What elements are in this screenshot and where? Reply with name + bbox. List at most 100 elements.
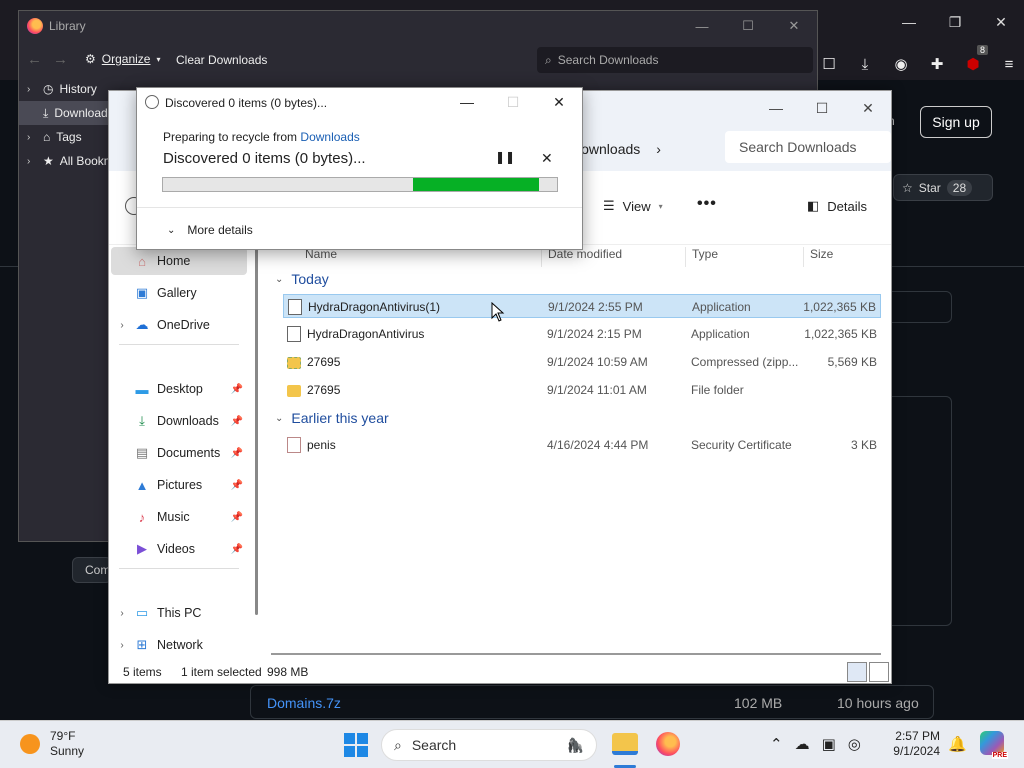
details-view-icon[interactable] bbox=[847, 662, 867, 682]
details-pane-button[interactable]: ◧ Details bbox=[807, 198, 867, 214]
column-header-size[interactable]: Size bbox=[803, 247, 833, 267]
nav-item-downloads[interactable]: ⤓ Downloads 📌 bbox=[111, 407, 247, 435]
minimize-icon[interactable]: — bbox=[679, 11, 725, 41]
file-type: Application bbox=[692, 300, 751, 314]
pause-icon[interactable]: ❚❚ bbox=[495, 150, 515, 166]
file-date: 9/1/2024 10:59 AM bbox=[547, 355, 648, 369]
close-icon[interactable]: ✕ bbox=[978, 0, 1024, 44]
desktop-icon: ▬ bbox=[135, 381, 149, 397]
nav-item-music[interactable]: ♪ Music 📌 bbox=[111, 503, 247, 531]
computer-icon: ▭ bbox=[135, 605, 149, 620]
release-asset-size: 102 MB bbox=[734, 695, 783, 711]
table-row[interactable]: 27695 9/1/2024 11:01 AM File folder bbox=[283, 378, 881, 402]
nav-item-videos[interactable]: ▶ Videos 📌 bbox=[111, 535, 247, 563]
nav-item-onedrive[interactable]: › ☁ OneDrive bbox=[111, 311, 247, 339]
chevron-right-icon[interactable]: › bbox=[111, 320, 133, 331]
table-row[interactable]: 27695 9/1/2024 10:59 AM Compressed (zipp… bbox=[283, 350, 881, 374]
organize-menu[interactable]: ⚙ Organize ▾ bbox=[85, 52, 160, 66]
more-options-icon[interactable]: ••• bbox=[697, 195, 717, 213]
account-icon[interactable]: ◉ bbox=[890, 53, 912, 75]
nav-item-desktop[interactable]: ▬ Desktop 📌 bbox=[111, 375, 247, 403]
cancel-icon[interactable]: ✕ bbox=[541, 150, 555, 166]
taskbar-search[interactable]: ⌕ Search 🦍 bbox=[381, 729, 597, 761]
explorer-search-input[interactable]: Search Downloads bbox=[725, 131, 891, 163]
maximize-icon[interactable]: ☐ bbox=[725, 11, 771, 41]
minimize-icon[interactable]: — bbox=[886, 0, 932, 44]
taskbar-clock[interactable]: 2:57 PM 9/1/2024 bbox=[888, 729, 940, 759]
comment-button[interactable]: Com bbox=[72, 557, 112, 583]
view-menu[interactable]: ☰ View ▾ bbox=[603, 198, 663, 214]
star-icon: ☆ bbox=[902, 180, 913, 195]
library-search-input[interactable]: ⌕ Search Downloads bbox=[537, 47, 813, 73]
nav-item-gallery[interactable]: ▣ Gallery bbox=[111, 279, 247, 307]
minimize-icon[interactable]: — bbox=[444, 88, 490, 116]
nav-item-home[interactable]: ⌂ Home bbox=[111, 247, 247, 275]
close-icon[interactable]: ✕ bbox=[845, 91, 891, 125]
table-row[interactable]: HydraDragonAntivirus(1) 9/1/2024 2:55 PM… bbox=[283, 294, 881, 318]
nav-item-label: Gallery bbox=[157, 286, 197, 300]
library-title-bar: Library — ☐ ✕ bbox=[19, 11, 817, 41]
chevron-right-icon[interactable]: › bbox=[656, 141, 661, 157]
nav-item-network[interactable]: › ⊞ Network bbox=[111, 631, 247, 659]
column-header-name[interactable]: Name bbox=[299, 247, 337, 267]
download-icon[interactable]: ⤓ bbox=[854, 53, 876, 75]
firefox-taskbar-icon[interactable] bbox=[656, 732, 680, 756]
details-label: Details bbox=[827, 198, 868, 214]
weather-widget[interactable]: 79°F Sunny bbox=[20, 729, 84, 759]
taskbar-search-placeholder: Search bbox=[411, 737, 457, 753]
group-header-earlier-this-year[interactable]: ⌄ Earlier this year bbox=[275, 410, 389, 426]
close-icon[interactable]: ✕ bbox=[771, 11, 817, 41]
table-row[interactable]: HydraDragonAntivirus 9/1/2024 2:15 PM Ap… bbox=[283, 322, 881, 346]
status-bar: 5 items 1 item selected 998 MB bbox=[109, 661, 891, 683]
breadcrumb[interactable]: Downloads › bbox=[571, 135, 661, 163]
nav-item-documents[interactable]: ▤ Documents 📌 bbox=[111, 439, 247, 467]
display-icon[interactable]: ▣ bbox=[822, 735, 836, 753]
column-header-date[interactable]: Date modified bbox=[541, 247, 622, 267]
start-button[interactable] bbox=[344, 733, 368, 757]
clear-downloads-button[interactable]: Clear Downloads bbox=[176, 53, 267, 67]
cloud-icon: ☁ bbox=[135, 317, 149, 332]
release-asset-row[interactable]: Domains.7z 102 MB 10 hours ago bbox=[250, 685, 934, 719]
back-arrow-icon[interactable]: ← bbox=[27, 51, 42, 68]
column-header-type[interactable]: Type bbox=[685, 247, 718, 267]
signup-button[interactable]: Sign up bbox=[920, 106, 992, 138]
group-header-today[interactable]: ⌄ Today bbox=[275, 271, 329, 287]
chevron-right-icon[interactable]: › bbox=[111, 608, 133, 619]
file-name: HydraDragonAntivirus(1) bbox=[308, 300, 441, 314]
chevron-right-icon[interactable]: › bbox=[111, 640, 133, 651]
pin-icon: 📌 bbox=[230, 383, 243, 395]
more-details-toggle[interactable]: ⌄ More details bbox=[167, 223, 253, 237]
tiles-view-icon[interactable] bbox=[869, 662, 889, 682]
progress-bar bbox=[162, 177, 558, 192]
group-label: Today bbox=[291, 271, 329, 287]
dialog-source-link[interactable]: Downloads bbox=[300, 130, 359, 144]
copilot-icon[interactable]: PRE bbox=[980, 731, 1008, 759]
table-row[interactable]: penis 4/16/2024 4:44 PM Security Certifi… bbox=[283, 433, 881, 457]
chevron-up-icon[interactable]: ⌃ bbox=[770, 735, 783, 753]
clock-icon bbox=[145, 95, 159, 109]
cloud-sync-icon[interactable]: ☁ bbox=[795, 735, 810, 753]
release-asset-name[interactable]: Domains.7z bbox=[267, 695, 341, 711]
forward-arrow-icon[interactable]: → bbox=[53, 51, 68, 68]
nav-item-pictures[interactable]: ▲ Pictures 📌 bbox=[111, 471, 247, 499]
file-explorer-taskbar-icon[interactable] bbox=[612, 733, 638, 755]
menu-icon[interactable]: ≡ bbox=[998, 53, 1020, 75]
certificate-icon bbox=[287, 437, 301, 453]
extensions-icon[interactable]: ✚ bbox=[926, 53, 948, 75]
restore-icon[interactable]: ❐ bbox=[932, 0, 978, 44]
zip-folder-icon bbox=[287, 357, 301, 369]
pocket-icon[interactable]: ☐ bbox=[818, 53, 840, 75]
notification-bell-icon[interactable]: 🔔 bbox=[948, 735, 967, 753]
horizontal-scrollbar[interactable] bbox=[271, 653, 881, 655]
navigation-scrollbar[interactable] bbox=[255, 245, 258, 615]
close-icon[interactable]: ✕ bbox=[536, 88, 582, 116]
nav-item-this-pc[interactable]: › ▭ This PC bbox=[111, 599, 247, 627]
ublock-icon[interactable]: ⬢ 8 bbox=[962, 45, 988, 75]
chevron-down-icon: ⌄ bbox=[167, 224, 176, 236]
chevron-down-icon: ⌄ bbox=[275, 412, 284, 424]
maximize-icon[interactable]: ☐ bbox=[799, 91, 845, 125]
minimize-icon[interactable]: — bbox=[753, 91, 799, 125]
network-volume-icon[interactable]: ◎ bbox=[848, 735, 861, 753]
pin-icon: 📌 bbox=[230, 415, 243, 427]
star-button[interactable]: ☆ Star 28 bbox=[893, 174, 993, 201]
